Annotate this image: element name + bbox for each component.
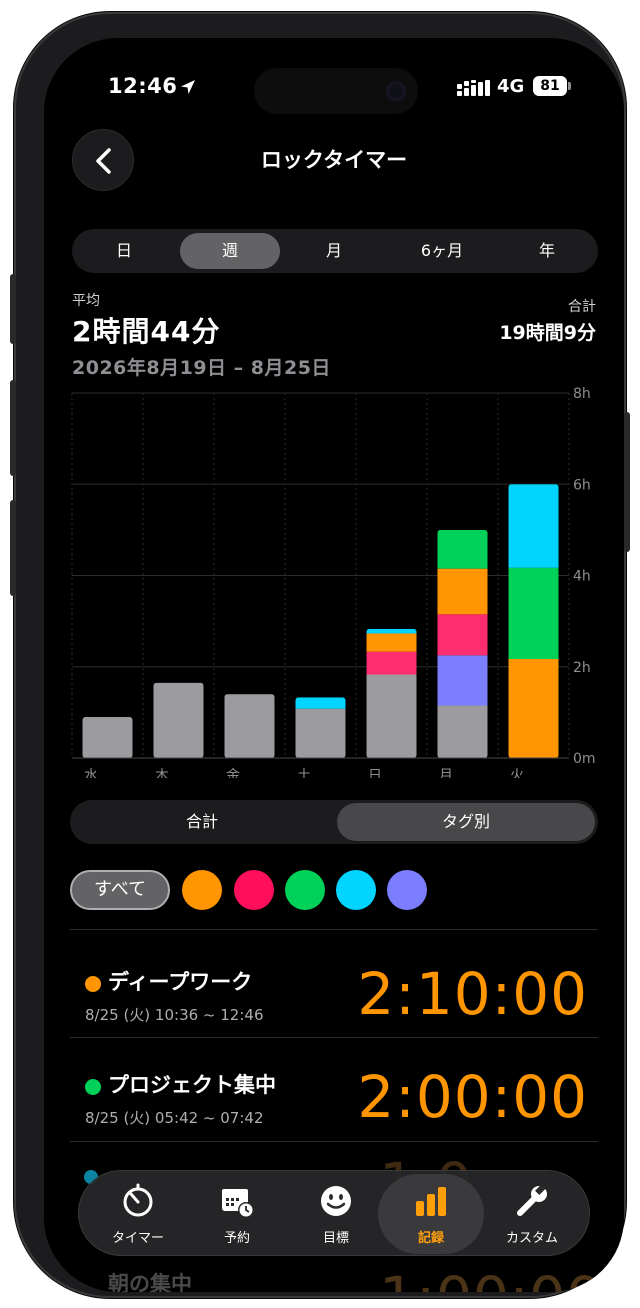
screen: 12:46 4G 81 ロックタイマー 日 週 月 6ヶ月 年 平均 2時間44… <box>44 38 624 1292</box>
bar-segment <box>295 708 346 758</box>
bar-segment <box>153 682 204 758</box>
network-type: 4G <box>497 76 525 97</box>
bar-segment <box>437 529 488 569</box>
battery-level: 81 <box>533 76 567 96</box>
entry-time-range: 8/25 (火) 10:36 ~ 12:46 <box>85 1006 264 1024</box>
camera-lens <box>386 81 406 101</box>
average-label: 平均 <box>72 293 100 309</box>
total-label: 合計 <box>568 299 596 315</box>
x-tick-label: 土 <box>297 768 311 778</box>
bar-segment <box>366 674 417 758</box>
phone-frame: 12:46 4G 81 ロックタイマー 日 週 月 6ヶ月 年 平均 2時間44… <box>10 12 630 1298</box>
bar-segment <box>437 614 488 656</box>
tab-custom[interactable]: カスタム <box>483 1171 581 1257</box>
tag-color-dot <box>85 1079 101 1095</box>
signal-icon <box>457 80 490 96</box>
entry-name: ディープワーク <box>108 970 253 994</box>
average-value: 2時間44分 <box>72 315 221 348</box>
y-tick-label: 8h <box>573 386 591 402</box>
tab-label: カスタム <box>505 1231 558 1246</box>
filter-tag-orange[interactable] <box>182 870 222 910</box>
divider <box>70 1141 598 1142</box>
list-item[interactable]: プロジェクト集中 8/25 (火) 05:42 ~ 07:42 2:00:00 <box>70 1039 598 1139</box>
weekly-bar-chart[interactable]: 0m 2h 4h 6h 8h 水 木 金 土 日 月 火 <box>44 378 624 778</box>
bar-segment <box>508 567 559 659</box>
volume-down-button <box>10 500 16 596</box>
location-arrow-icon <box>181 80 195 94</box>
x-tick-label: 木 <box>155 768 169 778</box>
list-item[interactable]: ディープワーク 8/25 (火) 10:36 ~ 12:46 2:10:00 <box>70 936 598 1036</box>
period-tab-week[interactable]: 週 <box>180 233 280 269</box>
bar-segment <box>366 633 417 652</box>
x-tick-label: 火 <box>510 768 524 778</box>
y-tick-label: 2h <box>573 660 591 676</box>
tab-label: 記録 <box>417 1231 444 1246</box>
entry-duration: 2:00:00 <box>357 1063 588 1131</box>
x-tick-label: 金 <box>226 768 240 778</box>
period-tab-year[interactable]: 年 <box>500 233 594 269</box>
bar-chart-icon <box>416 1187 446 1216</box>
total-value: 19時間9分 <box>499 322 596 344</box>
x-tick-label: 月 <box>439 768 453 778</box>
entry-time-range: 8/25 (火) 05:42 ~ 07:42 <box>85 1109 264 1127</box>
entry-name: プロジェクト集中 <box>108 1073 276 1097</box>
bar-segment <box>366 651 417 675</box>
tab-goals[interactable]: 目標 <box>287 1171 385 1257</box>
calendar-clock-icon <box>222 1189 254 1218</box>
divider <box>70 1037 598 1038</box>
tab-label: 予約 <box>223 1231 250 1246</box>
battery-tip <box>568 82 571 90</box>
bar-segment <box>366 628 417 634</box>
bar-segment <box>82 716 133 758</box>
period-segmented-control: 日 週 月 6ヶ月 年 <box>72 229 598 273</box>
power-button <box>624 412 630 552</box>
y-tick-label: 0m <box>573 751 596 767</box>
period-tab-month[interactable]: 月 <box>286 233 382 269</box>
filter-tag-cyan[interactable] <box>336 870 376 910</box>
bar-segment <box>437 655 488 706</box>
filter-tag-green[interactable] <box>285 870 325 910</box>
tab-timer[interactable]: タイマー <box>89 1171 187 1257</box>
date-range: 2026年8月19日 – 8月25日 <box>72 357 331 379</box>
bar-segment <box>508 658 559 758</box>
y-tick-label: 4h <box>573 569 591 585</box>
status-time: 12:46 <box>108 74 178 98</box>
action-button <box>10 274 16 344</box>
tab-label: タイマー <box>111 1231 164 1246</box>
filter-all-chip[interactable]: すべて <box>70 870 170 910</box>
filter-tag-blue[interactable] <box>387 870 427 910</box>
bar-segment <box>224 694 275 758</box>
bar-segment <box>437 705 488 758</box>
period-tab-day[interactable]: 日 <box>76 233 172 269</box>
toggle-total[interactable]: 合計 <box>73 803 331 841</box>
timer-icon <box>123 1183 153 1217</box>
smiley-icon <box>321 1186 351 1216</box>
view-toggle: 合計 タグ別 <box>70 800 598 844</box>
toggle-by-tag[interactable]: タグ別 <box>337 803 595 841</box>
tag-color-dot <box>85 976 101 992</box>
tab-bar: タイマー 予約 目標 記録 カスタム <box>78 1170 590 1256</box>
tab-schedule[interactable]: 予約 <box>188 1171 286 1257</box>
bar-segment <box>437 568 488 615</box>
bar-segment <box>508 484 559 568</box>
tab-label: 目標 <box>322 1231 349 1246</box>
bar-segment <box>295 697 346 709</box>
x-tick-label: 日 <box>368 768 382 778</box>
entry-duration-partial: 1:00:00 <box>379 1264 603 1292</box>
wrench-icon <box>517 1184 547 1216</box>
entry-duration: 2:10:00 <box>357 960 588 1028</box>
y-tick-label: 6h <box>573 477 591 493</box>
tab-records[interactable]: 記録 <box>378 1174 484 1254</box>
x-tick-label: 水 <box>84 768 98 778</box>
volume-up-button <box>10 380 16 476</box>
entry-name-partial: 朝の集中 <box>108 1272 192 1292</box>
page-title: ロックタイマー <box>260 148 408 172</box>
divider <box>70 929 598 930</box>
filter-tag-pink[interactable] <box>234 870 274 910</box>
period-tab-6months[interactable]: 6ヶ月 <box>388 233 496 269</box>
